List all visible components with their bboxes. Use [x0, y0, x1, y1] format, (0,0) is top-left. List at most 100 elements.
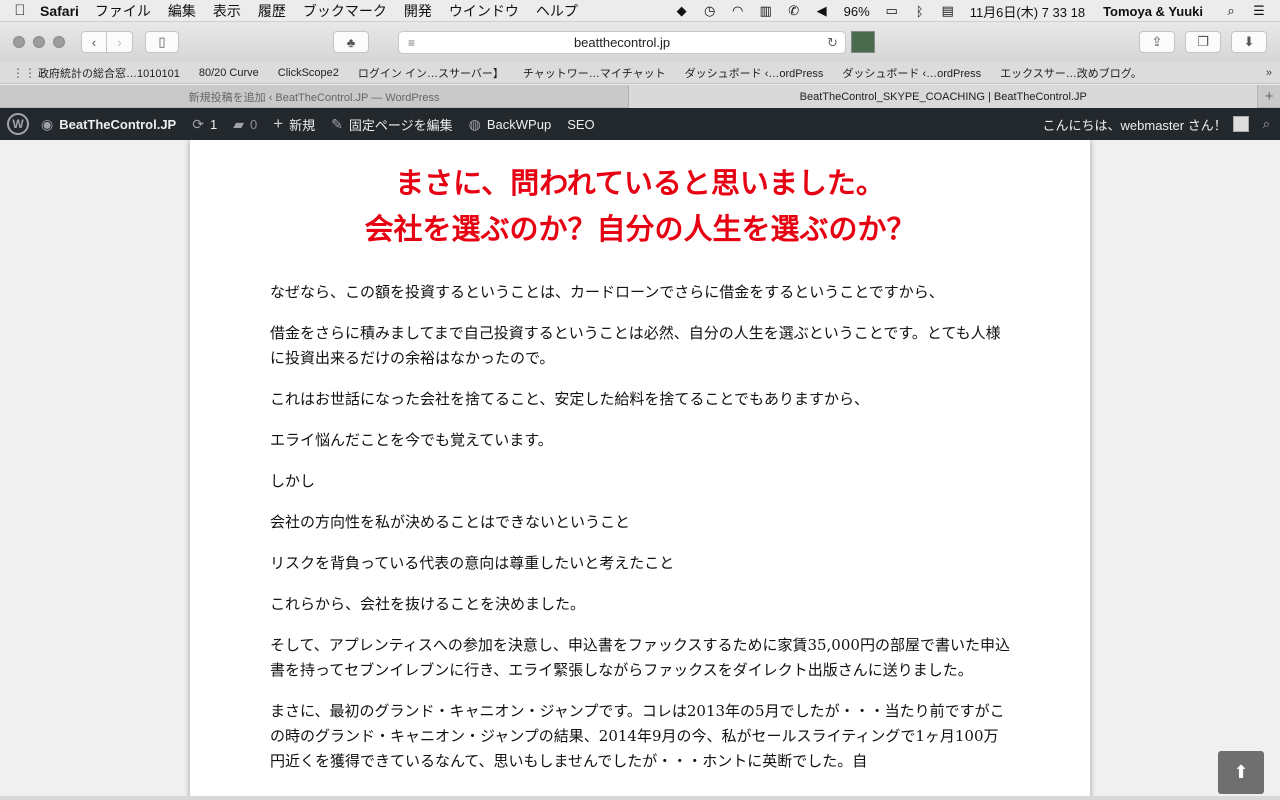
site-name-link[interactable]: ◉ BeatTheControl.JP — [41, 116, 176, 133]
back-button[interactable]: ‹ — [81, 31, 107, 53]
bookmark-item[interactable]: 80/20 Curve — [199, 67, 259, 79]
macos-menubar:  Safari ファイル 編集 表示 履歴 ブックマーク 開発 ウインドウ ヘ… — [0, 0, 1280, 22]
bluetooth-icon[interactable]: ᛒ — [909, 0, 931, 22]
memory-icon[interactable]: ▥ — [755, 0, 777, 22]
battery-icon[interactable]: ▭ — [881, 0, 903, 22]
zoom-window-button[interactable] — [53, 36, 65, 48]
paragraph: これらから、会社を抜けることを決めました。 — [270, 595, 586, 613]
share-button[interactable]: ⇪ — [1139, 31, 1175, 53]
edit-page-link[interactable]: ✎ 固定ページを編集 — [331, 115, 452, 134]
window-bottom-edge — [0, 796, 1280, 800]
menu-help[interactable]: ヘルプ — [536, 1, 578, 21]
tab-skype-coaching[interactable]: BeatTheControl_SKYPE_COACHING | BeatTheC… — [629, 85, 1259, 108]
nav-buttons: ‹ › — [81, 31, 133, 53]
more-bookmarks-icon[interactable]: » — [1266, 67, 1272, 79]
dashboard-icon: ◉ — [41, 115, 54, 132]
admin-bar-right: こんにちは、webmaster さん！ ⌕ — [1043, 108, 1280, 140]
new-label: 新規 — [289, 117, 316, 133]
paragraph: しかし — [270, 472, 316, 490]
paragraph: なぜなら、この額を投資するということは、カードローンでさらに借金をするということ… — [270, 283, 944, 301]
minimize-window-button[interactable] — [33, 36, 45, 48]
backwpup-link[interactable]: ◍ BackWPup — [469, 116, 552, 133]
bookmark-item[interactable]: エックスサー…改めブログ。 — [1000, 65, 1142, 81]
paragraph: そして、アプレンティスへの参加を決意し、申込書をファックスするために家賃35,0… — [270, 636, 1010, 679]
window-controls — [13, 36, 73, 48]
bookmark-item[interactable]: ダッシュボード ‹…ordPress — [842, 65, 981, 81]
arrow-up-icon: ⬆ — [1233, 762, 1249, 782]
menu-edit[interactable]: 編集 — [168, 1, 196, 21]
forward-button[interactable]: › — [107, 31, 133, 53]
bookmark-item[interactable]: ログイン イン…スサーバー】 — [358, 65, 504, 81]
evernote-extension-button[interactable]: ♣ — [333, 31, 369, 53]
updates-icon: ⟳ — [192, 115, 204, 132]
menu-bookmarks[interactable]: ブックマーク — [303, 1, 387, 21]
seo-label: SEO — [567, 116, 595, 132]
close-window-button[interactable] — [13, 36, 25, 48]
menu-view[interactable]: 表示 — [213, 1, 241, 21]
edit-page-label: 固定ページを編集 — [348, 117, 453, 133]
backwpup-icon: ◍ — [468, 115, 481, 132]
comments-count: 0 — [249, 116, 258, 132]
time-machine-icon[interactable]: ◷ — [699, 0, 721, 22]
article-body: なぜなら、この額を投資するということは、カードローンでさらに借金をするということ… — [270, 280, 1010, 790]
scroll-to-top-button[interactable]: ⬆ — [1218, 751, 1264, 794]
extension-icon[interactable] — [851, 31, 875, 53]
apple-menu-icon[interactable]:  — [0, 2, 40, 19]
paragraph: リスクを背負っている代表の意向は尊重したいと考えたこと — [270, 554, 675, 572]
spotlight-search-icon[interactable]: ⌕ — [1220, 0, 1242, 22]
wifi-icon[interactable]: ◠ — [727, 0, 749, 22]
plus-icon: + — [273, 114, 284, 133]
updates-count: 1 — [209, 116, 218, 132]
dropbox-icon[interactable]: ◆ — [671, 0, 693, 22]
menu-history[interactable]: 履歴 — [258, 1, 286, 21]
user-menu[interactable]: Tomoya & Yuuki — [1103, 4, 1203, 19]
wp-admin-bar: W ◉ BeatTheControl.JP ⟳ 1 ▰ 0 + 新規 ✎ 固定ペ… — [0, 108, 1280, 140]
seo-link[interactable]: SEO — [567, 117, 594, 132]
browser-toolbar: ‹ › ▯ ♣ ≡ beatthecontrol.jp ↻ ⇪ ❐ ⬇ — [0, 22, 1280, 62]
status-area: ◆ ◷ ◠ ▥ ✆ ◀ 96% ▭ ᛒ ▤ 11月6日(木) 7 33 18 T… — [668, 0, 1280, 22]
clock[interactable]: 11月6日(木) 7 33 18 — [970, 2, 1085, 21]
new-tab-button[interactable]: + — [1258, 85, 1280, 107]
account-greeting[interactable]: こんにちは、webmaster さん！ — [1043, 115, 1227, 134]
phone-icon[interactable]: ✆ — [783, 0, 805, 22]
tab-overview-button[interactable]: ❐ — [1185, 31, 1221, 53]
paragraph: まさに、最初のグランド・キャニオン・ジャンプです。コレは2013年の5月でしたが… — [270, 702, 1005, 770]
sidebar-toggle-button[interactable]: ▯ — [145, 31, 179, 53]
bookmarks-bar: ⋮⋮⋮ 政府統計の総合窓…1010101 80/20 Curve ClickSc… — [0, 62, 1280, 84]
reload-icon[interactable]: ↻ — [827, 35, 838, 51]
battery-percent[interactable]: 96% — [844, 4, 870, 19]
paragraph: これはお世話になった会社を捨てること、安定した給料を捨てることでもありますから、 — [270, 390, 869, 408]
web-viewport[interactable]: まさに、問われていると思いました。 会社を選ぶのか？自分の人生を選ぶのか？ なぜ… — [0, 140, 1280, 796]
menu-develop[interactable]: 開発 — [404, 1, 432, 21]
new-content-link[interactable]: + 新規 — [273, 114, 315, 134]
headline-line-2: 会社を選ぶのか？自分の人生を選ぶのか？ — [364, 212, 916, 246]
comments-icon: ▰ — [233, 115, 244, 132]
admin-search-icon[interactable]: ⌕ — [1263, 116, 1270, 132]
paragraph: エライ悩んだことを今でも覚えています。 — [270, 431, 553, 449]
notification-center-icon[interactable]: ☰ — [1248, 0, 1270, 22]
app-menu[interactable]: Safari — [40, 3, 79, 19]
avatar[interactable] — [1232, 116, 1249, 132]
menu-window[interactable]: ウインドウ — [449, 1, 519, 21]
site-name: BeatTheControl.JP — [59, 116, 177, 132]
headline-line-1: まさに、問われていると思いました。 — [395, 166, 885, 200]
address-url: beatthecontrol.jp — [573, 35, 671, 50]
address-bar[interactable]: ≡ beatthecontrol.jp ↻ — [398, 31, 846, 54]
wordpress-logo-icon[interactable]: W — [7, 113, 29, 135]
bookmark-item[interactable]: チャットワー…マイチャット — [523, 65, 666, 81]
bookmark-item[interactable]: ダッシュボード ‹…ordPress — [685, 65, 824, 81]
bookmark-item[interactable]: ClickScope2 — [278, 67, 339, 79]
paragraph: 借金をさらに積みましてまで自己投資するということは必然、自分の人生を選ぶというこ… — [270, 324, 1001, 367]
bookmark-item[interactable]: 政府統計の総合窓…1010101 — [38, 65, 180, 81]
reader-icon[interactable]: ≡ — [408, 36, 415, 50]
pencil-icon: ✎ — [331, 115, 343, 132]
tab-new-post[interactable]: 新規投稿を追加 ‹ BeatTheControl.JP — WordPress — [0, 85, 630, 108]
updates-link[interactable]: ⟳ 1 — [192, 116, 217, 133]
top-sites-icon[interactable]: ⋮⋮⋮ — [12, 66, 48, 80]
volume-icon[interactable]: ◀ — [811, 0, 833, 22]
paragraph: 会社の方向性を私が決めることはできないということ — [270, 513, 631, 531]
downloads-button[interactable]: ⬇ — [1231, 31, 1267, 53]
comments-link[interactable]: ▰ 0 — [233, 116, 257, 133]
input-source-flag-icon[interactable]: ▤ — [937, 0, 959, 22]
menu-file[interactable]: ファイル — [95, 1, 151, 21]
